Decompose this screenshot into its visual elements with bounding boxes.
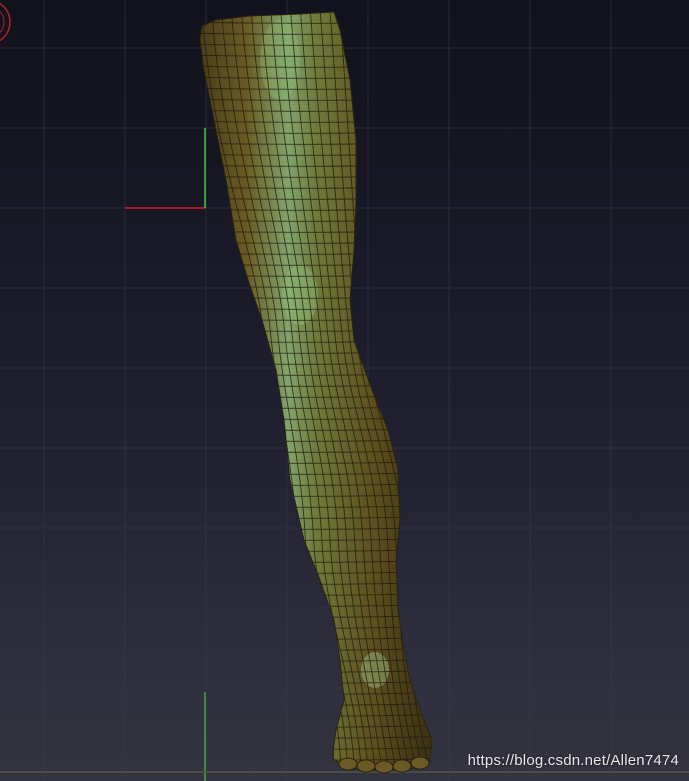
mesh-edge-loop: [200, 647, 432, 651]
mesh-edge-loop: [200, 636, 432, 640]
mesh-edge-loop: [200, 592, 432, 596]
mesh-edge-loop: [200, 669, 432, 673]
mesh-edge-loop: [200, 625, 432, 629]
leg-mesh[interactable]: [0, 0, 689, 781]
mesh-edge-loop: [200, 614, 432, 618]
mesh-edge-loop: [200, 691, 432, 695]
watermark-text: https://blog.csdn.net/Allen7474: [467, 752, 679, 769]
mesh-edge-loop: [200, 581, 432, 585]
3d-viewport[interactable]: https://blog.csdn.net/Allen7474: [0, 0, 689, 781]
mesh-edge-loop: [200, 658, 432, 662]
mesh-edge-loop: [200, 603, 432, 607]
mesh-edge-loop: [200, 680, 432, 684]
